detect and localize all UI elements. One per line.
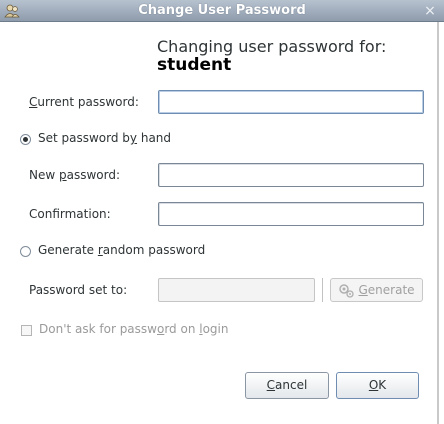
generate-button[interactable]: Generate [330, 278, 423, 302]
password-set-to-field [158, 278, 315, 302]
confirmation-input[interactable] [159, 203, 423, 225]
current-password-label: Current password: [29, 95, 139, 109]
generate-random-radio[interactable] [20, 246, 31, 257]
set-by-hand-label[interactable]: Set password by hand [38, 131, 171, 145]
username-text: student [157, 55, 232, 75]
confirmation-label: Confirmation: [29, 207, 111, 221]
set-by-hand-radio[interactable] [20, 134, 31, 145]
generate-icon [339, 283, 355, 298]
dont-ask-checkbox[interactable] [21, 325, 32, 336]
password-set-to-label: Password set to: [29, 283, 128, 297]
header-text: Changing user password for: [157, 37, 387, 56]
confirmation-field[interactable] [158, 202, 424, 226]
new-password-field[interactable] [158, 163, 424, 187]
separator [322, 278, 323, 302]
cancel-button[interactable]: Cancel [245, 372, 329, 399]
title-bar[interactable]: Change User Password × [0, 0, 444, 22]
generate-random-label[interactable]: Generate random password [38, 243, 205, 257]
close-icon[interactable]: × [422, 3, 438, 19]
password-set-to-input [159, 279, 314, 301]
window-title: Change User Password [138, 3, 306, 18]
current-password-input[interactable] [159, 91, 423, 113]
dont-ask-label[interactable]: Don't ask for password on login [39, 322, 229, 336]
new-password-label: New password: [29, 168, 121, 182]
current-password-field[interactable] [158, 90, 424, 114]
new-password-input[interactable] [159, 164, 423, 186]
ok-button[interactable]: OK [336, 372, 419, 399]
